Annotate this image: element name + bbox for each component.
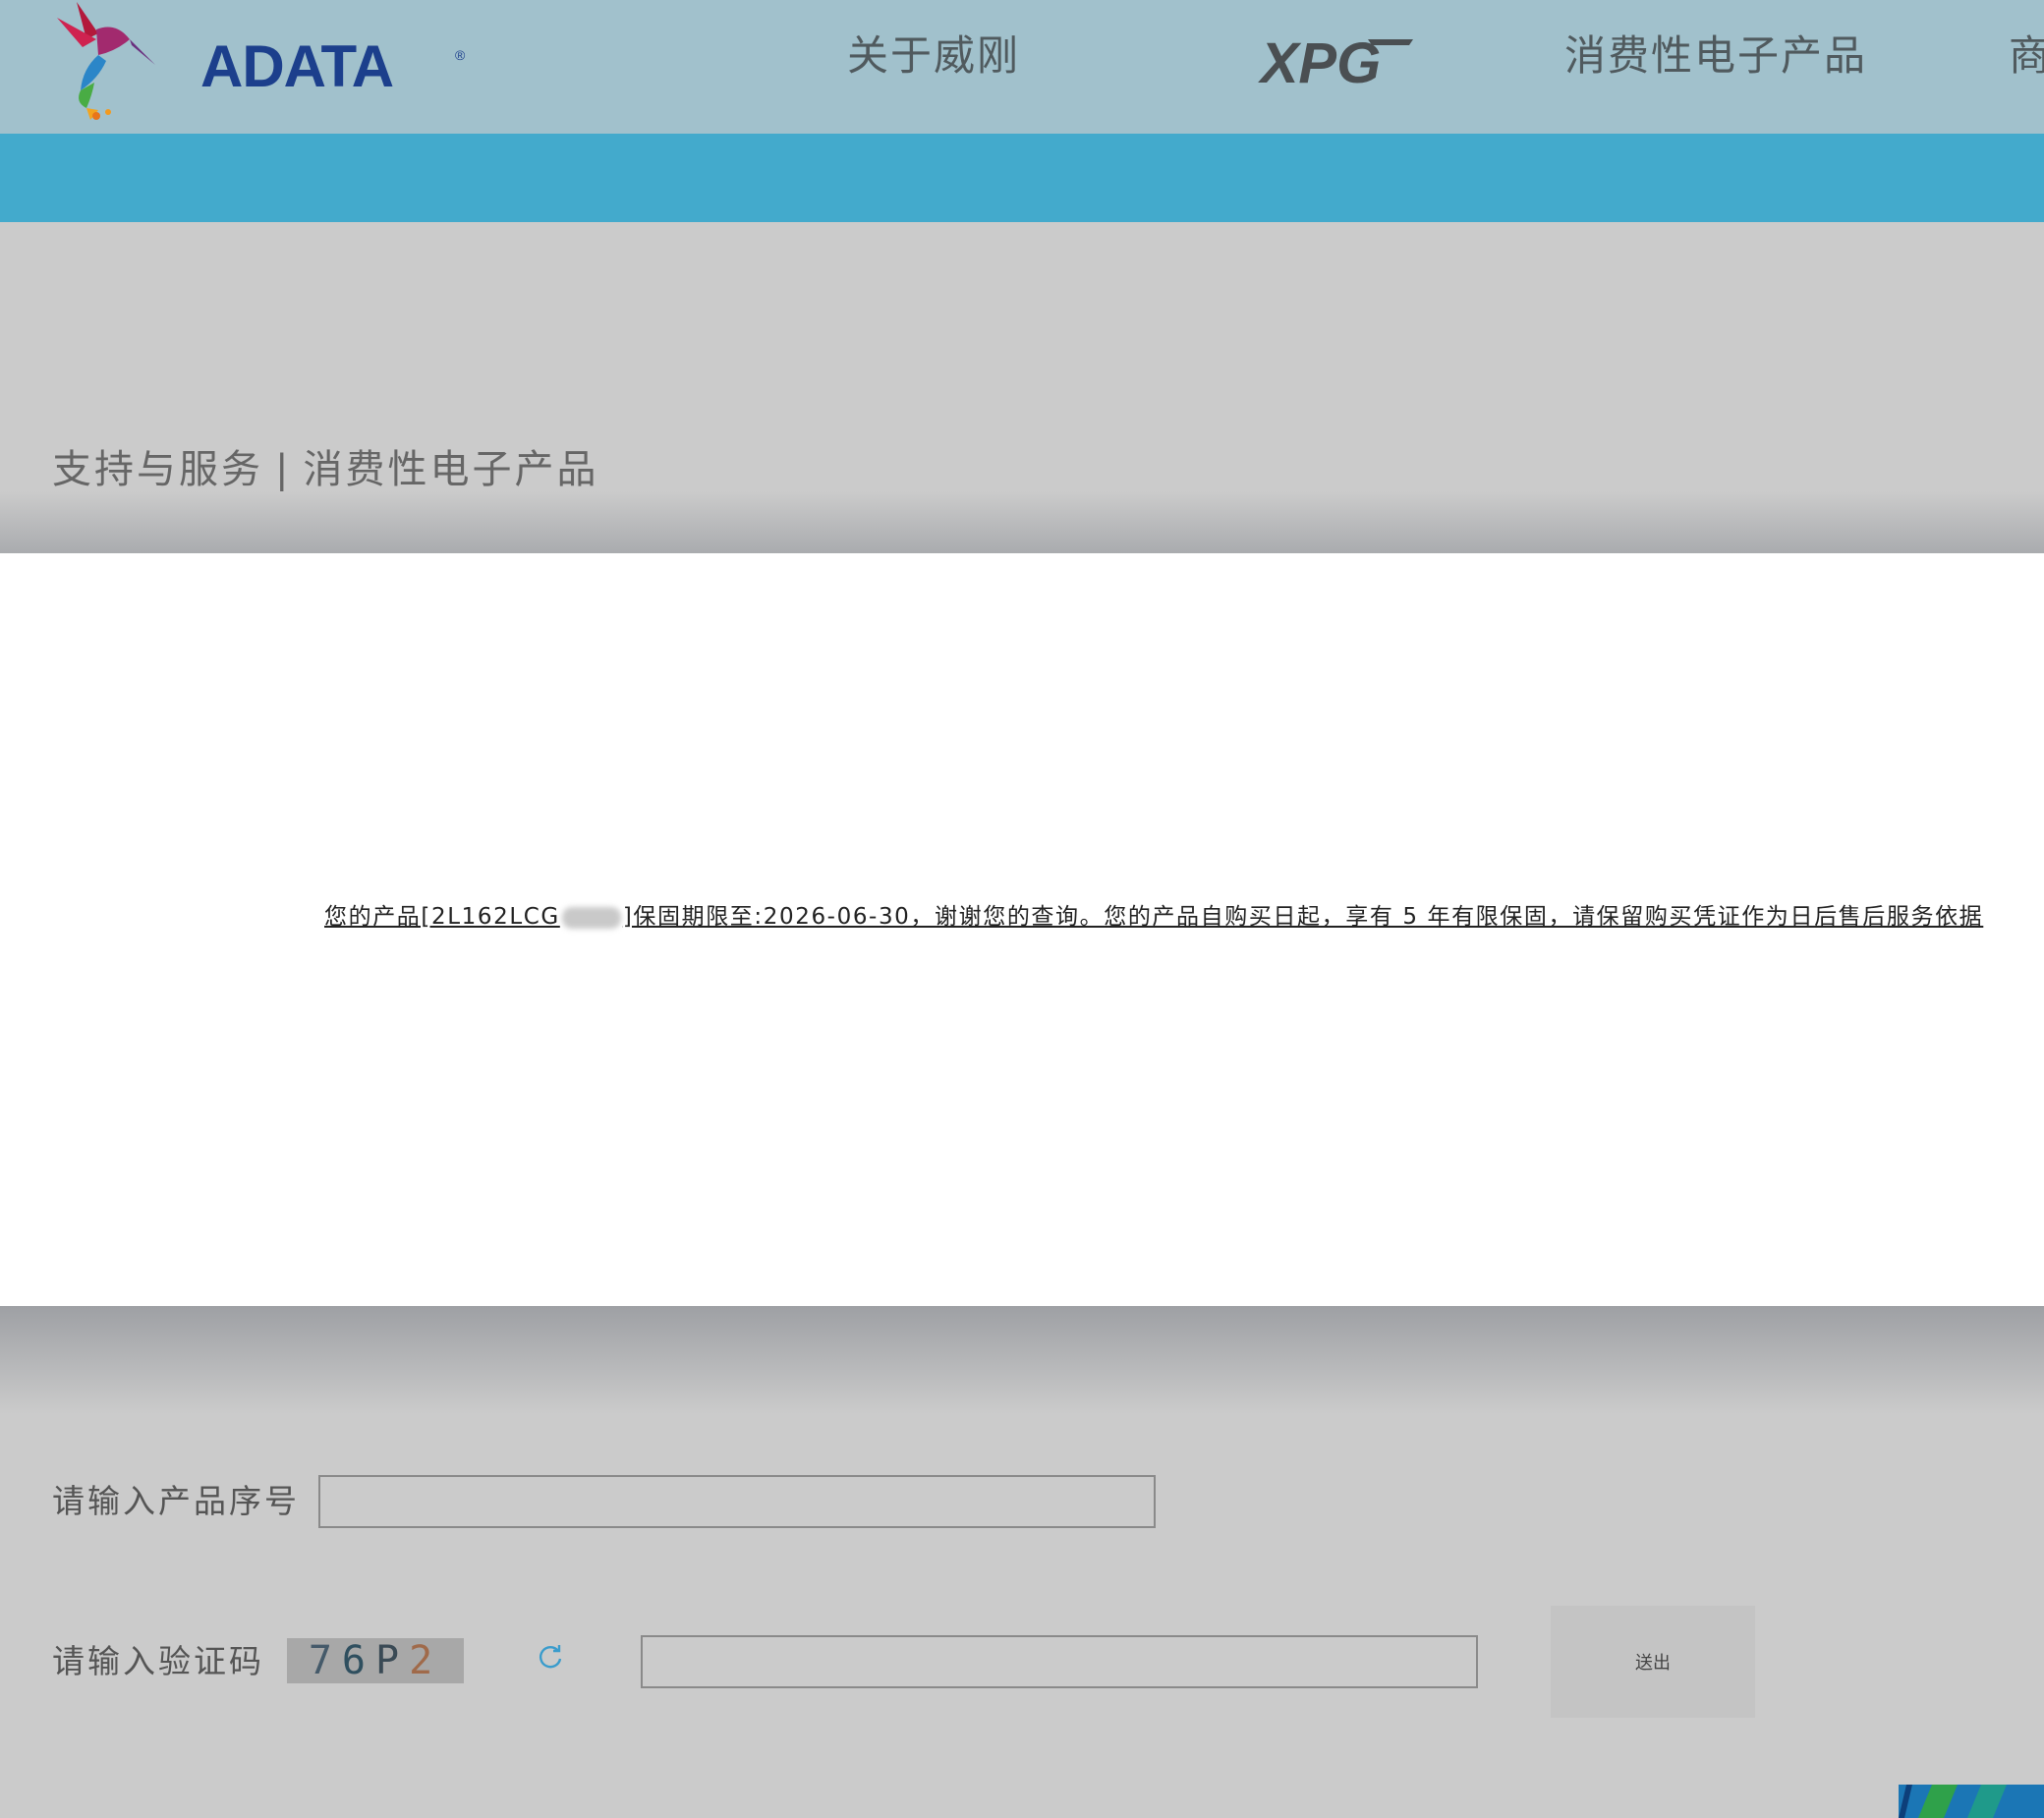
captcha-image: 76P2: [287, 1638, 464, 1683]
serial-input[interactable]: [318, 1475, 1156, 1528]
captcha-char: P: [375, 1638, 410, 1683]
corner-banner-icon[interactable]: [1899, 1785, 2044, 1818]
top-navigation: ADATA ® 关于威刚 XPG 消费性电子产品 商: [0, 0, 2044, 134]
captcha-char: 2: [409, 1638, 443, 1683]
xpg-logo-icon[interactable]: XPG: [1224, 33, 1417, 92]
message-prefix: 您的产品[2L162LCG: [324, 904, 560, 930]
message-suffix: ]保固期限至:2026-06-30，谢谢您的查询。您的产品自购买日起，享有 5 …: [622, 904, 1984, 930]
warranty-message: 您的产品[2L162LCG ]保固期限至:2026-06-30，谢谢您的查询。您的…: [324, 906, 1983, 929]
nav-xpg-label: XPG: [1258, 33, 1382, 92]
accent-bar: [0, 134, 2044, 222]
hummingbird-icon: [57, 2, 155, 120]
registered-mark: ®: [455, 47, 466, 63]
breadcrumb-section[interactable]: 支持与服务: [52, 447, 263, 492]
adata-logo[interactable]: ADATA ®: [47, 0, 465, 130]
breadcrumb-page: 消费性电子产品: [303, 447, 599, 492]
captcha-char: 7: [308, 1638, 342, 1683]
modal-shadow-top: [0, 491, 2044, 554]
breadcrumb-separator: |: [275, 447, 292, 492]
serial-label: 请输入产品序号: [52, 1482, 300, 1520]
nav-commercial[interactable]: 商: [2009, 35, 2044, 77]
captcha-input[interactable]: [641, 1635, 1478, 1688]
refresh-captcha-icon[interactable]: [537, 1643, 564, 1671]
breadcrumb: 支持与服务 | 消费性电子产品: [52, 450, 598, 489]
modal-shadow-bottom: [0, 1306, 2044, 1414]
redacted-serial: [561, 906, 621, 929]
result-modal: [0, 553, 2044, 1306]
logo-wordmark: ADATA: [200, 33, 394, 99]
submit-button[interactable]: 送出: [1551, 1606, 1755, 1718]
captcha-char: 6: [341, 1638, 375, 1683]
captcha-label: 请输入验证码: [52, 1642, 264, 1680]
nav-about[interactable]: 关于威刚: [847, 35, 1020, 77]
nav-consumer-electronics[interactable]: 消费性电子产品: [1564, 35, 1867, 77]
